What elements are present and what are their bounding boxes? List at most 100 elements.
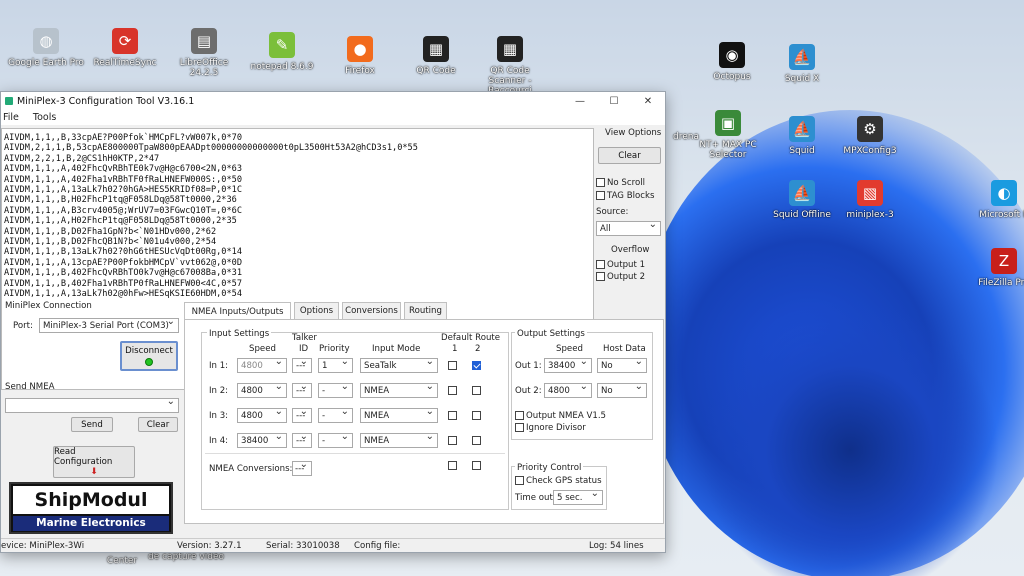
tab-routing[interactable]: Routing bbox=[404, 302, 447, 319]
source-label: Source: bbox=[596, 207, 629, 217]
route-2-check-icon[interactable] bbox=[472, 386, 481, 395]
desktop-icon-item[interactable]: ◍ Google Earth Pro bbox=[8, 28, 84, 68]
input-route-1[interactable] bbox=[448, 386, 459, 396]
route-2-check-icon[interactable] bbox=[472, 411, 481, 420]
overflow-output2-checkbox[interactable]: Output 2 bbox=[596, 272, 645, 282]
input-route-2[interactable] bbox=[472, 361, 483, 371]
output-host-data-select[interactable]: No bbox=[597, 356, 647, 373]
conversions-talker-field[interactable]: --- bbox=[292, 459, 312, 476]
disconnect-button[interactable]: Disconnect bbox=[120, 341, 178, 371]
no-scroll-checkbox[interactable]: No Scroll bbox=[596, 178, 645, 188]
desktop-icon-item[interactable]: ● Firefox bbox=[322, 36, 398, 76]
desktop-icon-item[interactable]: ⚙ MPXConfig3 bbox=[832, 116, 908, 156]
tab-options[interactable]: Options bbox=[294, 302, 339, 319]
ignore-divisor-checkbox[interactable]: Ignore Divisor bbox=[515, 423, 586, 433]
desktop-icon-item[interactable]: ✎ notepad 8.6.9 bbox=[244, 32, 320, 72]
check-gps-status-checkbox[interactable]: Check GPS status bbox=[515, 476, 602, 486]
input-priority-select[interactable]: - bbox=[318, 381, 353, 398]
app-icon bbox=[5, 97, 13, 105]
input-speed-select[interactable]: 4800 bbox=[237, 381, 287, 398]
route-2-check-icon[interactable] bbox=[472, 361, 481, 370]
input-priority-select[interactable]: - bbox=[318, 431, 353, 448]
clear-send-button[interactable]: Clear bbox=[138, 417, 178, 432]
input-route-1[interactable] bbox=[448, 361, 459, 371]
check-gps-check-icon[interactable] bbox=[515, 476, 524, 485]
tab-nmea-inputs-outputs[interactable]: NMEA Inputs/Outputs bbox=[184, 302, 291, 320]
log-line: AIVDM,1,1,,B,H02FhcP1tq@F058LDq@58Tt0000… bbox=[4, 195, 237, 206]
read-configuration-button[interactable]: Read Configuration ⬇ bbox=[53, 446, 135, 478]
desktop-icon-item[interactable]: ◐ Microsoft E bbox=[966, 180, 1024, 220]
desktop-icon-item[interactable]: ▦QR Code Scanner - Raccourci bbox=[472, 36, 548, 96]
input-talker-field[interactable]: --- bbox=[292, 381, 312, 398]
desktop-icon-item[interactable]: Z FileZilla Pro bbox=[966, 248, 1024, 288]
tag-blocks-check-icon[interactable] bbox=[596, 191, 605, 200]
input-route-1[interactable] bbox=[448, 411, 459, 421]
col-route-2: 2 bbox=[475, 344, 481, 354]
input-priority-select[interactable]: 1 bbox=[318, 356, 353, 373]
maximize-button[interactable]: ☐ bbox=[597, 96, 631, 107]
route-1-check-icon[interactable] bbox=[448, 436, 457, 445]
minimize-button[interactable]: — bbox=[563, 96, 597, 107]
output-v15-check-icon[interactable] bbox=[515, 411, 524, 420]
input-mode-select[interactable]: NMEA bbox=[360, 381, 438, 398]
desktop-icon-item[interactable]: ◉ Octopus bbox=[694, 42, 770, 82]
output1-check-icon[interactable] bbox=[596, 260, 605, 269]
no-scroll-check-icon[interactable] bbox=[596, 178, 605, 187]
input-talker-field[interactable]: --- bbox=[292, 406, 312, 423]
input-route-1[interactable] bbox=[448, 436, 459, 446]
desktop-icon-item[interactable]: ▤ LibreOffice 24.2.5 bbox=[166, 28, 242, 78]
desktop-icon-label: QR Code bbox=[416, 66, 456, 76]
send-nmea-input[interactable] bbox=[5, 396, 179, 413]
timeout-select[interactable]: 5 sec. bbox=[553, 488, 603, 505]
route-1-check-icon[interactable] bbox=[448, 411, 457, 420]
desktop-icon-item[interactable]: ⛵ Squid bbox=[764, 116, 840, 156]
output-speed-select[interactable]: 4800 bbox=[544, 381, 592, 398]
route-1-check-icon[interactable] bbox=[448, 361, 457, 370]
send-button[interactable]: Send bbox=[71, 417, 113, 432]
desktop-icon-item[interactable]: ⛵ Squid Offline bbox=[764, 180, 840, 220]
output-speed-select[interactable]: 38400 bbox=[544, 356, 592, 373]
tag-blocks-checkbox[interactable]: TAG Blocks bbox=[596, 191, 654, 201]
input-route-2[interactable] bbox=[472, 386, 483, 396]
output-host-data-select[interactable]: No bbox=[597, 381, 647, 398]
desktop-icon-item[interactable]: ⟳ RealTimeSync bbox=[87, 28, 163, 68]
input-speed-select[interactable]: 4800 bbox=[237, 356, 287, 373]
input-mode-select[interactable]: NMEA bbox=[360, 431, 438, 448]
input-row-label: In 2: bbox=[209, 386, 229, 396]
input-mode-select[interactable]: NMEA bbox=[360, 406, 438, 423]
input-mode-select[interactable]: SeaTalk bbox=[360, 356, 438, 373]
input-route-2[interactable] bbox=[472, 411, 483, 421]
col-id: ID bbox=[299, 344, 309, 354]
input-route-2[interactable] bbox=[472, 436, 483, 446]
route-1-check-icon[interactable] bbox=[448, 386, 457, 395]
port-select[interactable]: MiniPlex-3 Serial Port (COM3) bbox=[39, 316, 179, 333]
source-select[interactable]: All bbox=[596, 219, 661, 236]
conversions-route-1[interactable] bbox=[448, 461, 459, 471]
conversions-route-2-check-icon[interactable] bbox=[472, 461, 481, 470]
conversions-route-2[interactable] bbox=[472, 461, 483, 471]
desktop-icon-item[interactable]: ▧ miniplex-3 bbox=[832, 180, 908, 220]
input-speed-select[interactable]: 38400 bbox=[237, 431, 287, 448]
input-speed-select[interactable]: 4800 bbox=[237, 406, 287, 423]
log-line: AIVDM,1,1,,B,402FhcQvRBhTO0k7v@H@c67008B… bbox=[4, 268, 242, 279]
clear-log-button[interactable]: Clear bbox=[598, 147, 661, 164]
ignore-divisor-check-icon[interactable] bbox=[515, 423, 524, 432]
input-priority-select[interactable]: - bbox=[318, 406, 353, 423]
menu-tools[interactable]: Tools bbox=[31, 112, 56, 123]
desktop-icon-item[interactable]: ▦ QR Code bbox=[398, 36, 474, 76]
input-talker-field[interactable]: --- bbox=[292, 431, 312, 448]
output2-check-icon[interactable] bbox=[596, 272, 605, 281]
desktop-icon-item[interactable]: ▣ NT+ MAX PC Selector bbox=[690, 110, 766, 160]
overflow-output1-checkbox[interactable]: Output 1 bbox=[596, 260, 645, 270]
route-2-check-icon[interactable] bbox=[472, 436, 481, 445]
conversions-route-1-check-icon[interactable] bbox=[448, 461, 457, 470]
close-button[interactable]: ✕ bbox=[631, 96, 665, 107]
tab-conversions[interactable]: Conversions bbox=[342, 302, 401, 319]
input-talker-field[interactable]: --- bbox=[292, 356, 312, 373]
edge-icon: ◐ bbox=[991, 180, 1017, 206]
status-version: Version: 3.27.1 bbox=[177, 541, 242, 551]
output-nmea-v15-checkbox[interactable]: Output NMEA V1.5 bbox=[515, 411, 606, 421]
menu-file[interactable]: File bbox=[1, 112, 19, 123]
desktop-icon-item[interactable]: Center bbox=[84, 556, 160, 566]
desktop-icon-item[interactable]: ⛵ Squid X bbox=[764, 44, 840, 84]
